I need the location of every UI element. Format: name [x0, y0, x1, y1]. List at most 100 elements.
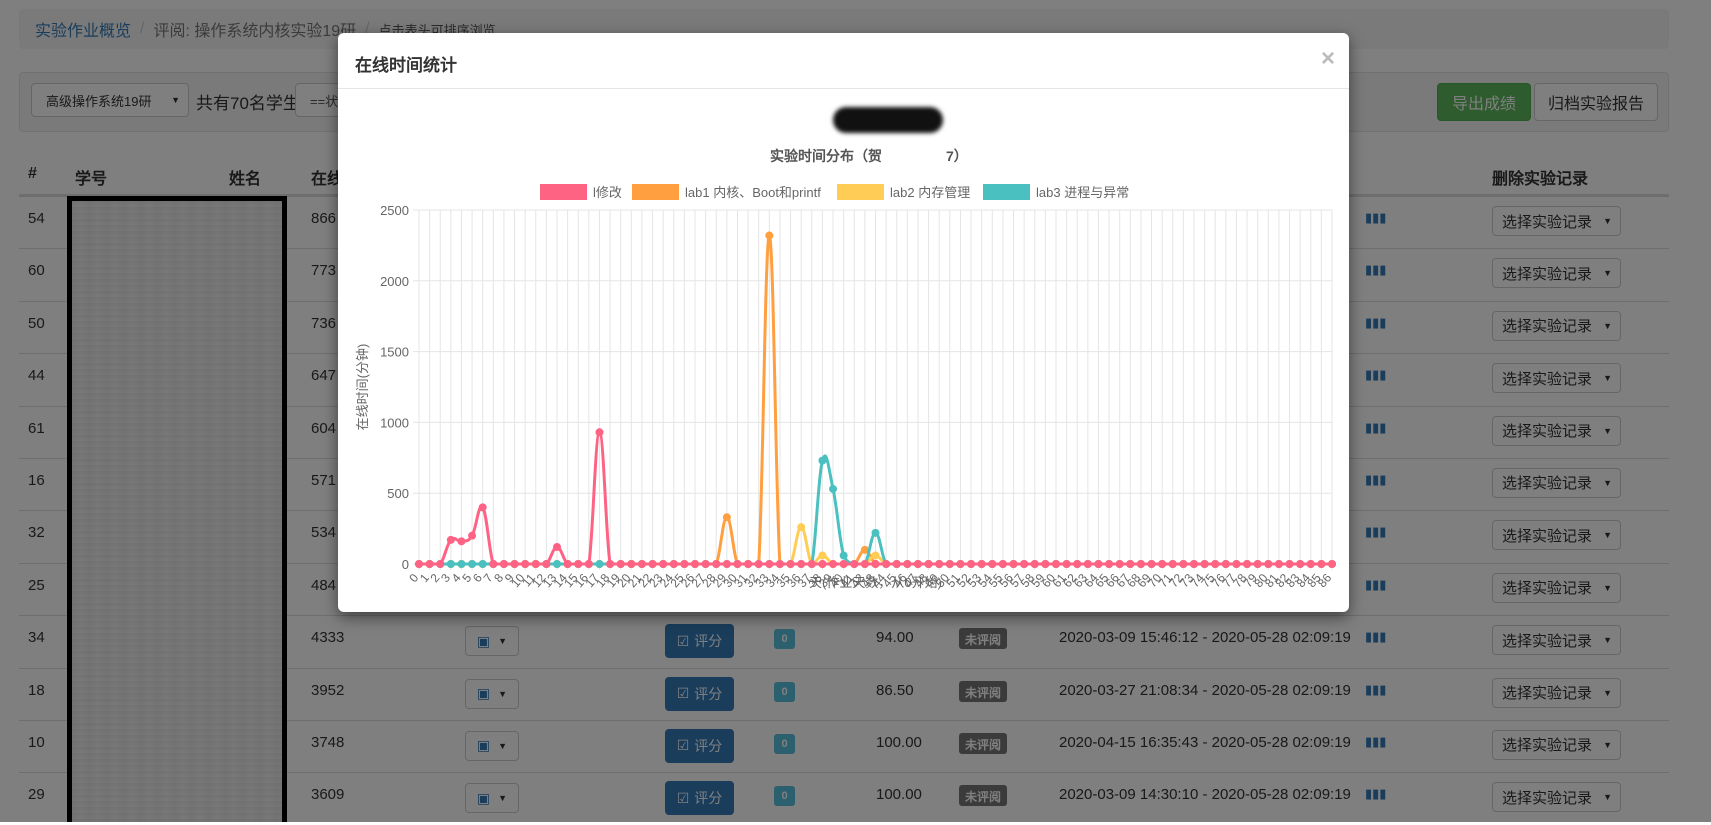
legend-label: lab2 内存管理: [890, 185, 970, 200]
x-tick-label: 86: [1315, 571, 1335, 590]
data-point: [1158, 560, 1167, 568]
data-point: [648, 560, 657, 568]
legend-swatch: [632, 184, 679, 200]
data-point: [1317, 560, 1326, 568]
data-point: [499, 560, 508, 568]
close-icon[interactable]: ×: [1321, 45, 1335, 73]
data-point: [818, 551, 827, 560]
data-point: [436, 560, 445, 568]
data-point: [786, 560, 795, 568]
data-point: [669, 560, 678, 568]
data-point: [722, 513, 731, 522]
data-point: [691, 560, 700, 568]
data-point: [977, 560, 986, 568]
data-point: [1274, 560, 1283, 568]
data-point: [1328, 560, 1336, 568]
data-point: [839, 551, 848, 560]
data-point: [1094, 560, 1103, 568]
data-point: [595, 428, 604, 437]
data-point: [1009, 560, 1018, 568]
data-point: [457, 560, 466, 568]
data-point: [457, 537, 466, 546]
data-point: [542, 560, 551, 568]
modal-title: 在线时间统计: [355, 56, 457, 75]
data-point: [1211, 560, 1220, 568]
data-point: [468, 560, 477, 568]
y-tick-label: 0: [402, 557, 409, 572]
data-point: [1285, 560, 1294, 568]
data-point: [829, 560, 838, 568]
data-point: [659, 560, 668, 568]
data-point: [818, 456, 827, 465]
y-tick-label: 2500: [380, 203, 409, 218]
data-point: [1200, 560, 1209, 568]
legend-swatch: [540, 184, 587, 200]
data-point: [553, 560, 562, 568]
data-point: [860, 560, 869, 568]
data-point: [1221, 560, 1230, 568]
data-point: [765, 231, 774, 240]
data-point: [595, 560, 604, 568]
data-point: [892, 560, 901, 568]
data-point: [510, 560, 519, 568]
data-point: [871, 560, 880, 568]
y-tick-label: 1000: [380, 415, 409, 430]
data-point: [818, 560, 827, 568]
data-point: [935, 560, 944, 568]
data-point: [1020, 560, 1029, 568]
data-point: [839, 560, 848, 568]
x-axis-title: 天(作业天数，从0开始): [809, 575, 942, 590]
data-point: [775, 560, 784, 568]
data-point: [871, 551, 880, 560]
modal-header: 在线时间统计 ×: [338, 33, 1349, 89]
data-point: [797, 523, 806, 532]
data-point: [712, 560, 721, 568]
data-point: [1296, 560, 1305, 568]
data-point: [1115, 560, 1124, 568]
data-point: [478, 503, 487, 512]
data-point: [807, 560, 816, 568]
data-point: [1126, 560, 1135, 568]
data-point: [924, 560, 933, 568]
y-axis-title: 在线时间(分钟): [355, 344, 370, 431]
data-point: [1306, 560, 1315, 568]
data-point: [584, 560, 593, 568]
data-point: [616, 560, 625, 568]
data-point: [765, 560, 774, 568]
data-point: [850, 560, 859, 568]
data-point: [1168, 560, 1177, 568]
data-point: [1243, 560, 1252, 568]
data-point: [1232, 560, 1241, 568]
data-point: [903, 560, 912, 568]
data-point: [1030, 560, 1039, 568]
data-point: [1253, 560, 1262, 568]
data-point: [733, 560, 742, 568]
data-point: [1264, 560, 1273, 568]
data-point: [478, 560, 487, 568]
data-point: [967, 560, 976, 568]
y-tick-label: 2000: [380, 274, 409, 289]
data-point: [988, 560, 997, 568]
data-point: [553, 543, 562, 552]
data-point: [797, 560, 806, 568]
data-point: [722, 560, 731, 568]
data-point: [521, 560, 530, 568]
legend-label: lab3 进程与异常: [1036, 185, 1129, 200]
data-point: [754, 560, 763, 568]
data-point: [1136, 560, 1145, 568]
legend-swatch: [837, 184, 884, 200]
data-point: [1083, 560, 1092, 568]
data-point: [998, 560, 1007, 568]
data-point: [882, 560, 891, 568]
y-tick-label: 1500: [380, 345, 409, 360]
online-time-chart: 实验时间分布（贺 7） l修改 lab1 内核、Boot和printf lab2 内存管…: [355, 148, 1336, 590]
data-point: [563, 560, 572, 568]
data-point: [489, 560, 498, 568]
online-time-modal: 在线时间统计 × 实验时间分布（贺 7） l修改 lab1 内核、Boot和print…: [338, 33, 1349, 612]
data-point: [468, 531, 477, 540]
data-point: [945, 560, 954, 568]
data-point: [1062, 560, 1071, 568]
data-point: [1189, 560, 1198, 568]
data-point: [913, 560, 922, 568]
chart-title: 实验时间分布（贺: [770, 148, 882, 164]
